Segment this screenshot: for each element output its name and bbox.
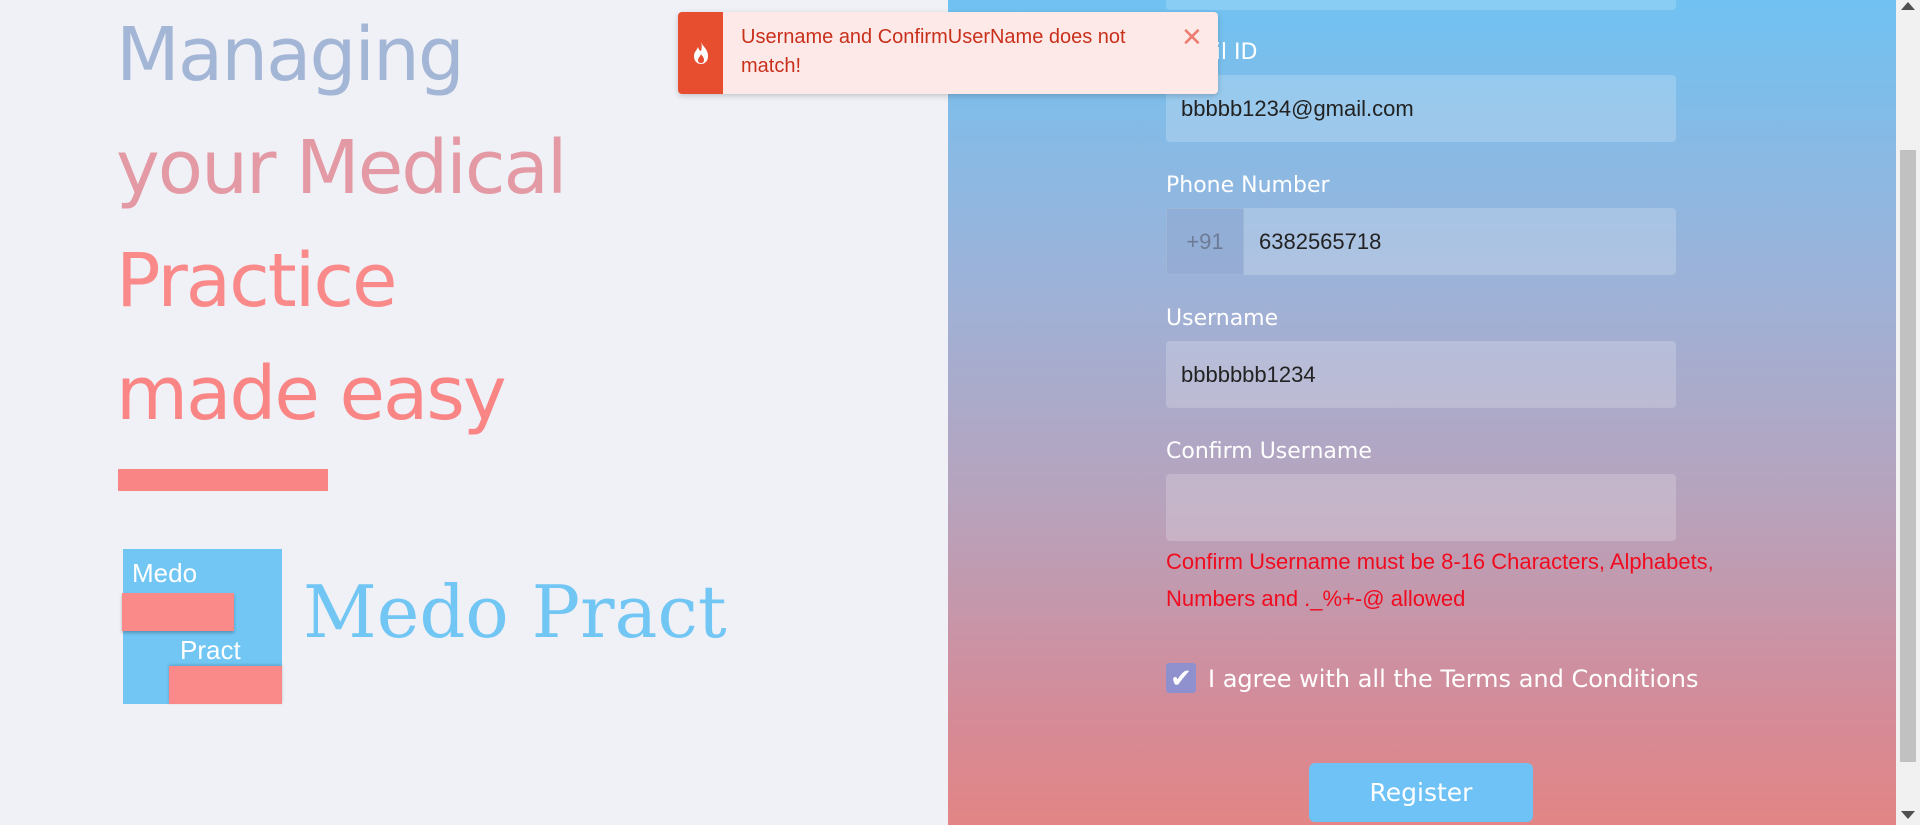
scroll-down-arrow-icon[interactable] [1901,811,1915,819]
brand-name: Medo Pract [303,570,727,654]
error-toast: Username and ConfirmUserName does not ma… [678,12,1218,94]
registration-panel: Email ID Phone Number +91 Username Confi… [948,0,1896,825]
toast-message: Username and ConfirmUserName does not ma… [741,26,1126,77]
phone-field[interactable] [1244,208,1676,275]
confirm-username-label: Confirm Username [1166,439,1372,464]
username-label: Username [1166,306,1279,331]
confirm-username-error: Confirm Username must be 8-16 Characters… [1166,549,1714,611]
logo-bar-top [122,593,234,631]
medo-pract-logo: Medo Pract [122,549,282,704]
scroll-up-arrow-icon[interactable] [1901,2,1915,10]
email-field[interactable] [1166,75,1676,142]
phone-prefix: +91 [1166,208,1244,275]
terms-checkbox[interactable]: ✔ [1166,663,1196,693]
fire-icon [693,42,708,64]
headline-line-1: Managing [116,12,465,98]
scrollbar-thumb[interactable] [1900,150,1916,762]
headline-underline [118,469,328,491]
register-button[interactable]: Register [1309,763,1533,822]
close-icon[interactable]: ✕ [1181,24,1203,50]
terms-label: I agree with all the Terms and Condition… [1208,665,1699,693]
vertical-scrollbar[interactable] [1896,0,1920,825]
username-field[interactable] [1166,341,1676,408]
headline-line-3: Practice [116,238,398,324]
logo-text-top: Medo [132,558,198,588]
phone-label: Phone Number [1166,173,1330,198]
headline-line-4: made easy [116,351,507,437]
previous-field[interactable] [1166,0,1676,10]
confirm-username-field[interactable] [1166,474,1676,541]
toast-icon-strip [678,12,723,94]
hero-panel: Managing your Medical Practice made easy… [0,0,948,825]
checkmark-icon: ✔ [1170,663,1192,693]
headline-line-2: your Medical [116,125,567,211]
logo-text-bottom: Pract [180,635,241,665]
logo-bar-bottom [169,666,282,704]
